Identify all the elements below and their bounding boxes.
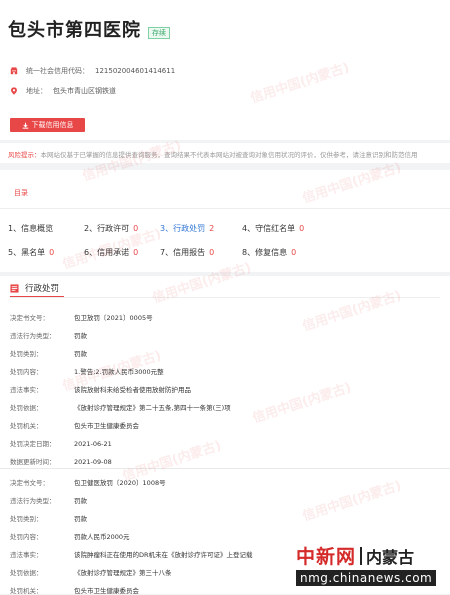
toc-item-credit-commitment[interactable]: 6、信用承诺 0 [84,247,138,258]
company-header: 包头市第四医院 存续 统一社会信用代码： 121502004601414611 … [0,0,450,140]
record-1-row: 处罚类别： 罚款 [10,350,87,358]
record-2-row: 违法事实： 该院肿瘤科正在使用的DR机未在《放射诊疗许可证》上登记载 [10,551,253,559]
toc-item-info-overview[interactable]: 1、信息概览 [8,223,57,234]
download-button-label: 下载信用信息 [31,121,74,129]
credit-code-value: 121502004601414611 [95,67,176,75]
risk-label: 风险提示： [8,151,41,159]
download-credit-info-button[interactable]: 下载信用信息 [10,118,85,132]
table-of-contents: 目录 [0,170,450,272]
risk-notice: 风险提示：本网站仅基于已掌握的信息提供查询服务，查询结果不代表本网站对被查询对象… [0,143,450,163]
download-icon [22,122,28,129]
toc-divider [0,208,450,209]
toc-item-red-list[interactable]: 4、守信红名单 0 [242,223,304,234]
record-1-row: 违法行为类型： 罚款 [10,332,87,340]
credit-code-line: 统一社会信用代码： 121502004601414611 [10,66,175,76]
credit-code-label: 统一社会信用代码： [26,67,89,75]
record-2-row: 决定书文号： 包卫健医放罚〔2020〕1008号 [10,479,166,487]
toc-item-admin-license[interactable]: 2、行政许可 0 [84,223,138,234]
record-divider [0,468,450,469]
document-list-icon [10,283,19,293]
toc-item-admin-penalty[interactable]: 3、行政处罚 2 [160,223,214,234]
risk-text: 本网站仅基于已掌握的信息提供查询服务，查询结果不代表本网站对被查询对象信用状况的… [40,151,418,159]
toc-item-repair-info[interactable]: 8、修复信息 0 [242,247,296,258]
penalty-section-title: 行政处罚 [25,284,60,294]
logo-url: nmg.chinanews.com [296,570,437,586]
record-2-row: 违法行为类型： 罚款 [10,497,87,505]
company-name: 包头市第四医院 [8,20,141,41]
building-icon [10,67,18,75]
penalty-section-header: 行政处罚 [10,282,59,294]
status-badge: 存续 [148,27,170,39]
chinanews-logo: 中新网 内蒙古 [296,542,414,569]
record-1-row: 决定书文号： 包卫放罚〔2021〕0005号 [10,314,153,322]
toc-item-black-list[interactable]: 5、黑名单 0 [8,247,54,258]
record-1-row: 违法事实： 该院放射科未给受检者使用放射防护用品 [10,386,191,394]
logo-region: 内蒙古 [366,547,415,567]
credit-report-page: 包头市第四医院 存续 统一社会信用代码： 121502004601414611 … [0,0,450,595]
record-1-row: 处罚内容： 1.警告;2.罚款人民币3000元整 [10,368,164,376]
address-value: 包头市青山区钢铁道 [53,87,116,95]
address-line: 地址： 包头市青山区钢铁道 [10,86,116,96]
logo-brand: 中新网 [296,546,357,568]
record-2-row: 处罚类别： 罚款 [10,515,87,523]
record-1-row: 处罚决定日期： 2021-06-21 [10,440,112,448]
toc-title: 目录 [14,189,28,197]
location-pin-icon [11,87,17,95]
record-2-row: 处罚依据： 《放射诊疗管理规定》第三十八条 [10,569,172,577]
address-label: 地址： [26,87,47,95]
toc-item-credit-report[interactable]: 7、信用报告 0 [160,247,214,258]
section-underline [10,296,64,297]
record-1-row: 处罚机关： 包头市卫生健康委员会 [10,422,139,430]
record-1-row: 数据更新时间： 2021-09-08 [10,458,112,466]
record-1-row: 处罚依据： 《放射诊疗管理规定》第二十五条,第四十一条第(三)项 [10,404,231,412]
record-2-row: 处罚内容： 罚款人民币2000元 [10,533,130,541]
